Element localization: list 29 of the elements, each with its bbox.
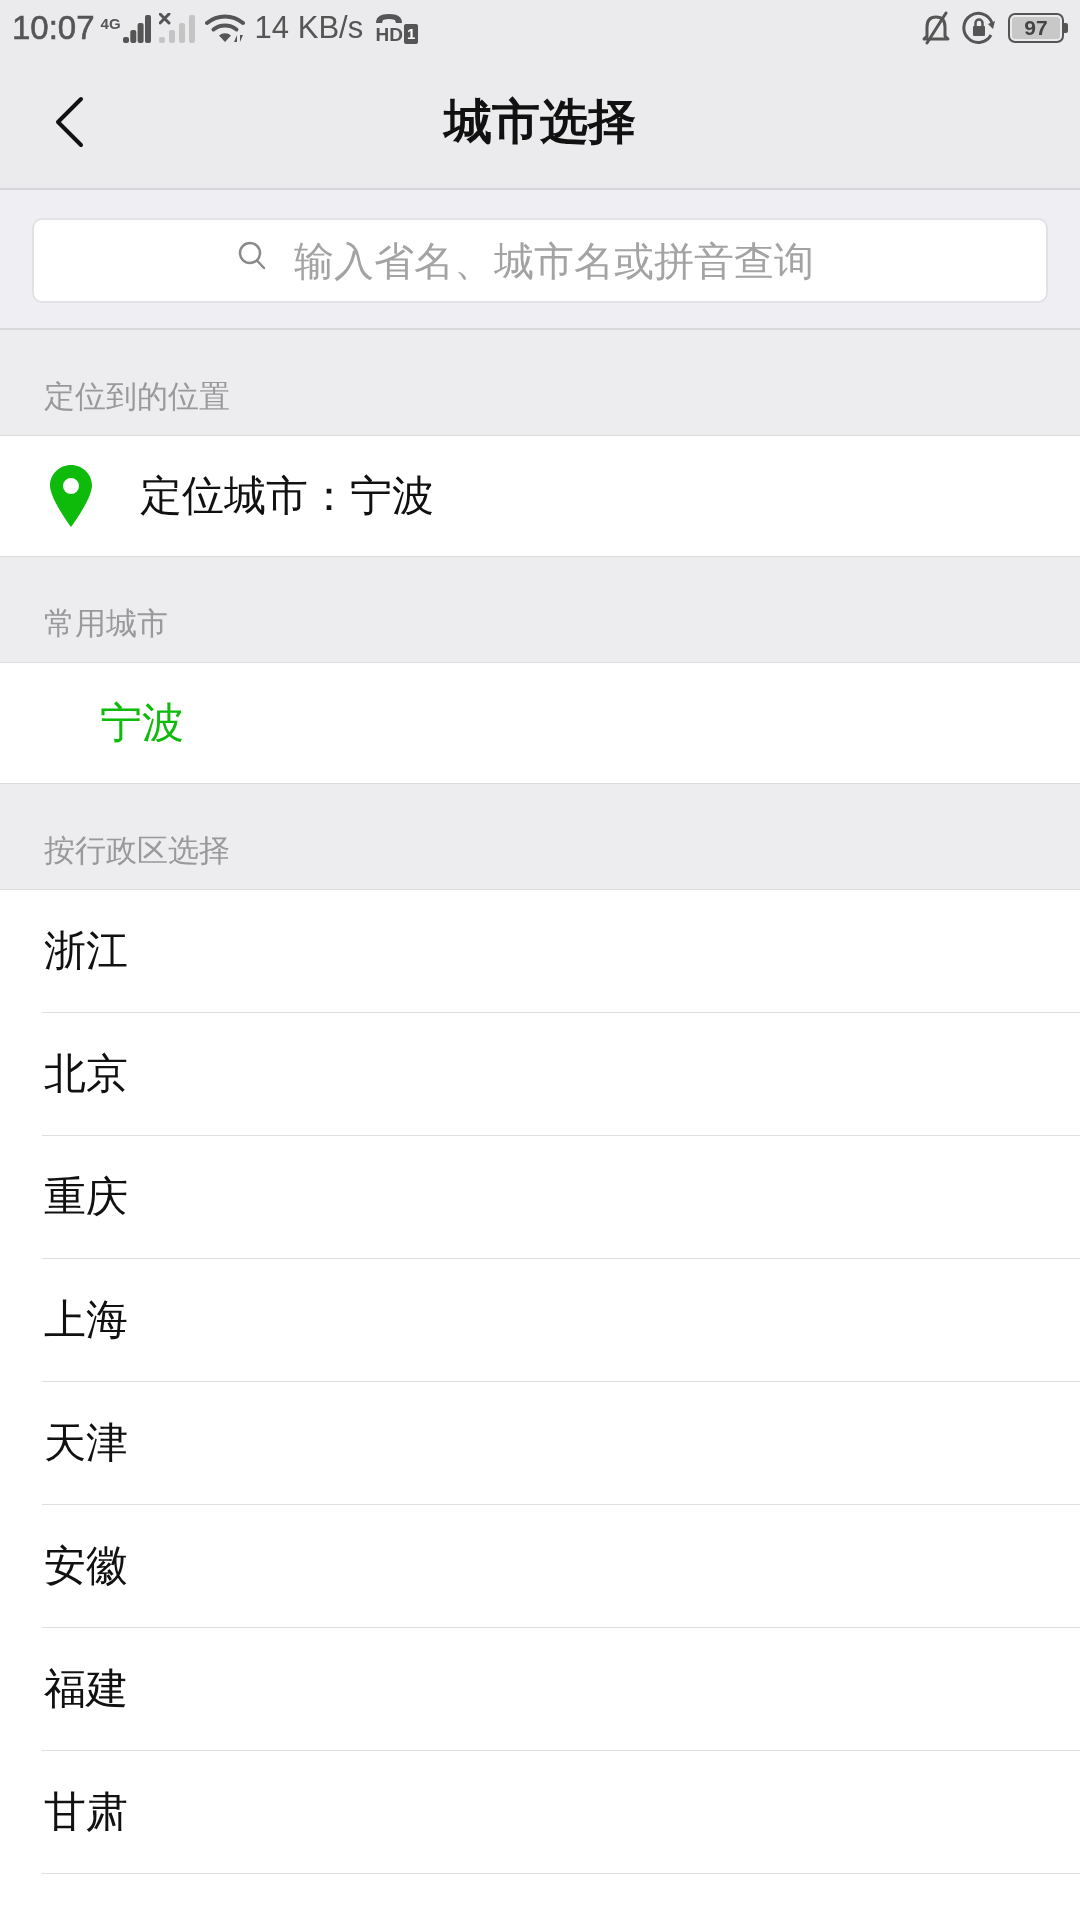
province-item[interactable]: 浙江 (42, 890, 1080, 1013)
page-title: 城市选择 (444, 92, 636, 151)
section-header: 常用城市 (0, 557, 1080, 662)
no-signal-icon (158, 13, 195, 43)
signal-icon (122, 15, 151, 43)
province-item[interactable]: 安徽 (42, 1505, 1080, 1628)
province-item[interactable]: 福建 (42, 1628, 1080, 1751)
status-time: 10:07 (12, 8, 95, 48)
section-header: 定位到的位置 (0, 330, 1080, 435)
network-type-label: 4G (100, 16, 121, 32)
province-item[interactable]: 天津 (42, 1382, 1080, 1505)
located-city[interactable]: 定位城市：宁波 (140, 468, 434, 524)
province-item[interactable]: 甘肃 (42, 1751, 1080, 1874)
rotation-lock-icon (962, 11, 996, 45)
section-header: 按行政区选择 (0, 784, 1080, 889)
search-icon (238, 241, 266, 271)
search-field[interactable]: 输入省名、城市名或拼音查询 (32, 218, 1048, 303)
wifi-icon (204, 13, 247, 43)
call-label: HD (375, 24, 403, 44)
bell-off-icon (920, 11, 952, 45)
network-speed: 14 KB/s (254, 9, 364, 47)
province-item[interactable]: 上海 (42, 1259, 1080, 1382)
province-item[interactable]: 北京 (42, 1013, 1080, 1136)
battery-indicator: 97 (1008, 13, 1068, 43)
phone-icon (375, 12, 404, 24)
sim-badge: 1 (404, 23, 419, 44)
province-item[interactable]: 重庆 (42, 1136, 1080, 1259)
chevron-left-icon (54, 96, 84, 148)
location-pin-icon (50, 465, 92, 527)
